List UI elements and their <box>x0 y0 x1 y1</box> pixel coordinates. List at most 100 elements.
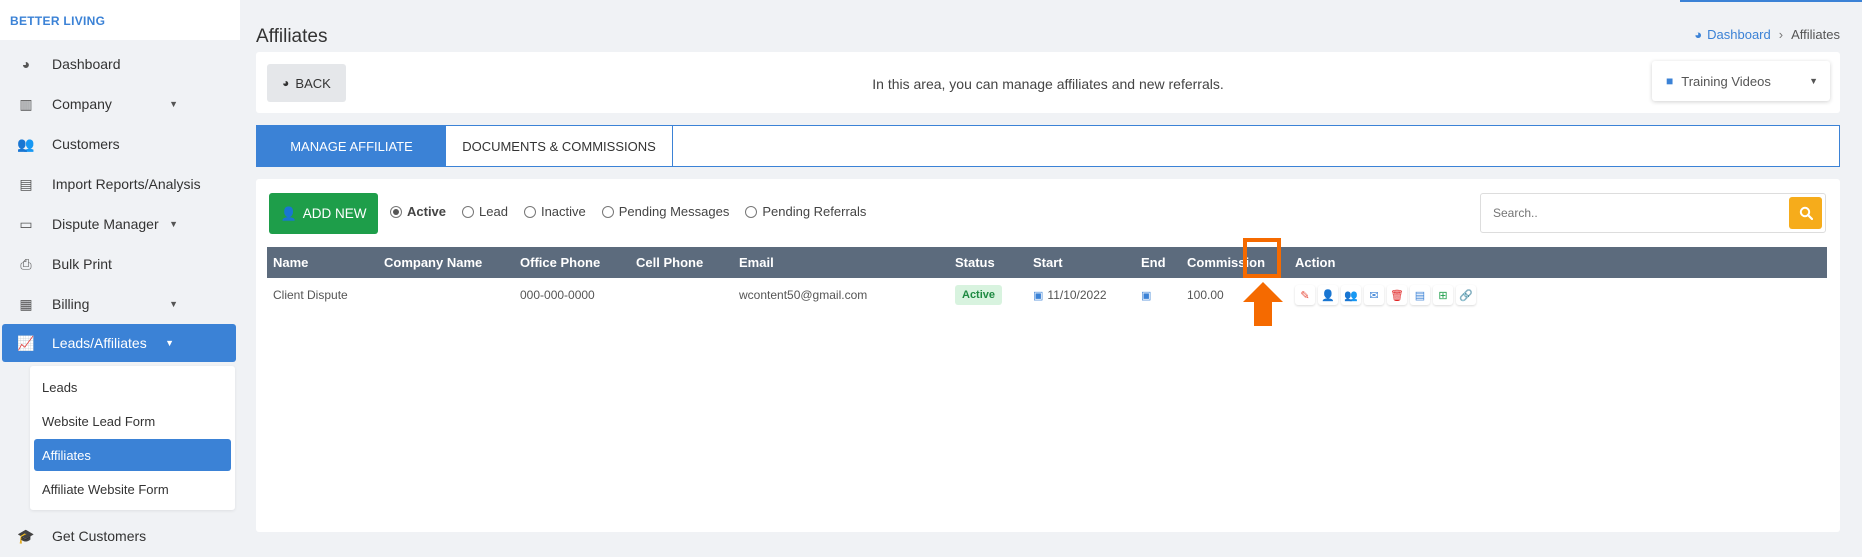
radio-dot <box>390 205 402 218</box>
submenu-item-website-lead-form[interactable]: Website Lead Form <box>34 404 231 438</box>
search-button[interactable] <box>1789 197 1822 229</box>
sidebar-item-get-customers[interactable]: 🎓 Get Customers <box>0 516 240 556</box>
cell-end: ▣ <box>1141 278 1155 312</box>
cell-office-phone: 000-000-0000 <box>520 288 595 302</box>
sidebar-item-billing[interactable]: ▦ Billing ▼ <box>0 284 240 324</box>
toolbar-message: In this area, you can manage affiliates … <box>872 76 1224 92</box>
back-button[interactable]: ◕ BACK <box>267 64 346 102</box>
caret-down-icon: ▼ <box>1809 76 1818 86</box>
start-date: 11/10/2022 <box>1047 288 1107 302</box>
status-badge: Active <box>955 285 1003 305</box>
breadcrumb-current: Affiliates <box>1791 27 1840 42</box>
search-icon <box>1799 206 1813 220</box>
column-header-cell-phone: Cell Phone <box>636 255 704 270</box>
add-new-button[interactable]: 👤 ADD NEW <box>269 193 378 234</box>
chart-line-icon: 📈 <box>17 334 35 351</box>
training-videos-label: Training Videos <box>1681 73 1771 89</box>
column-header-action: Action <box>1295 255 1336 270</box>
radio-dot <box>601 205 614 218</box>
sidebar-nav: ◕ Dashboard ▥ Company ▼ 👥 Customers ▤ Im… <box>0 44 240 556</box>
cell-actions: ✎ 👤 👥 ✉ 🗑 ▤ ⊞ 🔗 <box>1295 278 1479 312</box>
tab-manage-affiliate[interactable]: MANAGE AFFILIATE <box>257 126 446 166</box>
column-header-office-phone: Office Phone <box>520 255 601 270</box>
plus-square-icon[interactable]: ⊞ <box>1433 285 1453 305</box>
affiliates-table: Name Company Name Office Phone Cell Phon… <box>267 247 1827 312</box>
filter-active-radio[interactable]: Active <box>390 204 446 219</box>
sidebar-item-label: Billing <box>52 296 90 312</box>
sidebar-item-dispute-manager[interactable]: ▭ Dispute Manager ▼ <box>0 204 240 244</box>
calendar-icon[interactable]: ▣ <box>1141 289 1151 302</box>
affiliates-panel: 👤 ADD NEW Active Lead Inactive Pending M… <box>256 179 1840 532</box>
pie-chart-icon: ◕ <box>282 76 290 90</box>
filter-pending-messages-radio[interactable]: Pending Messages <box>601 204 729 219</box>
breadcrumb: ◕ Dashboard › Affiliates <box>1694 27 1840 42</box>
tab-documents-commissions[interactable]: DOCUMENTS & COMMISSIONS <box>446 126 673 166</box>
filter-lead-radio[interactable]: Lead <box>462 204 508 219</box>
breadcrumb-dashboard-link[interactable]: Dashboard <box>1707 27 1771 42</box>
video-camera-icon: ■ <box>1666 74 1674 88</box>
sidebar-item-import-reports[interactable]: ▤ Import Reports/Analysis <box>0 164 240 204</box>
envelope-icon[interactable]: ✉ <box>1364 285 1384 305</box>
laptop-icon: ▭ <box>19 215 33 232</box>
sidebar-item-label: Dispute Manager <box>52 216 159 232</box>
radio-dot <box>523 205 536 218</box>
pie-chart-icon: ◕ <box>1694 27 1703 42</box>
sidebar-item-bulk-print[interactable]: ⎙ Bulk Print <box>0 244 240 284</box>
submenu-item-leads[interactable]: Leads <box>34 370 231 404</box>
brand-logo: BETTER LIVING <box>0 0 240 40</box>
top-accent-bar <box>1680 0 1862 2</box>
tabs: MANAGE AFFILIATE DOCUMENTS & COMMISSIONS <box>256 125 1840 167</box>
radio-dot <box>462 205 475 218</box>
sidebar-item-dashboard[interactable]: ◕ Dashboard <box>0 44 240 84</box>
column-header-company: Company Name <box>384 255 483 270</box>
column-header-start: Start <box>1033 255 1063 270</box>
column-header-name: Name <box>273 255 309 270</box>
toolbar: In this area, you can manage affiliates … <box>256 52 1840 113</box>
link-icon[interactable]: 🔗 <box>1456 285 1476 305</box>
filter-label: Lead <box>479 204 508 219</box>
training-videos-dropdown[interactable]: ■ Training Videos ▼ <box>1652 61 1830 101</box>
cell-commission: 100.00 <box>1187 288 1224 302</box>
filter-pending-referrals-radio[interactable]: Pending Referrals <box>745 204 866 219</box>
cell-start: ▣ 11/10/2022 <box>1033 278 1107 312</box>
users-icon[interactable]: 👥 <box>1341 285 1361 305</box>
user-plus-icon[interactable]: 👤 <box>1318 285 1338 305</box>
caret-down-icon: ▼ <box>169 299 178 309</box>
filter-label: Active <box>407 204 447 219</box>
sidebar-item-company[interactable]: ▥ Company ▼ <box>0 84 240 124</box>
sidebar-item-label: Get Customers <box>52 528 147 544</box>
edit-action-highlight-box <box>1243 238 1281 278</box>
sidebar: BETTER LIVING ◕ Dashboard ▥ Company ▼ 👥 … <box>0 0 240 557</box>
leads-affiliates-submenu: Leads Website Lead Form Affiliates Affil… <box>30 366 235 510</box>
sidebar-item-leads-affiliates[interactable]: 📈 Leads/Affiliates ▼ <box>2 324 236 362</box>
pie-chart-icon: ◕ <box>21 56 31 72</box>
column-header-email: Email <box>739 255 774 270</box>
caret-down-icon: ▼ <box>165 338 174 348</box>
submenu-item-affiliate-website-form[interactable]: Affiliate Website Form <box>34 472 231 506</box>
cell-name: Client Dispute <box>273 288 348 302</box>
trash-icon[interactable]: 🗑 <box>1387 285 1407 305</box>
submenu-item-affiliates[interactable]: Affiliates <box>34 439 231 471</box>
table-header: Name Company Name Office Phone Cell Phon… <box>267 247 1827 278</box>
user-icon: 👤 <box>280 205 297 221</box>
table-row: Client Dispute 000-000-0000 wcontent50@g… <box>267 278 1827 312</box>
column-header-end: End <box>1141 255 1166 270</box>
filter-inactive-radio[interactable]: Inactive <box>523 204 586 219</box>
sidebar-item-label: Leads/Affiliates <box>52 335 147 351</box>
add-new-label: ADD NEW <box>302 206 367 221</box>
sidebar-item-customers[interactable]: 👥 Customers <box>0 124 240 164</box>
sidebar-item-label: Customers <box>52 136 120 152</box>
caret-down-icon: ▼ <box>169 99 178 109</box>
page-title: Affiliates <box>256 26 328 47</box>
radio-dot <box>745 205 758 218</box>
sidebar-item-label: Dashboard <box>52 56 121 72</box>
receipt-icon: ▦ <box>19 295 33 312</box>
search-input[interactable] <box>1481 194 1781 232</box>
cell-email: wcontent50@gmail.com <box>739 288 868 302</box>
chevron-right-icon: › <box>1778 27 1784 42</box>
edit-icon[interactable]: ✎ <box>1295 285 1315 305</box>
document-icon[interactable]: ▤ <box>1410 285 1430 305</box>
filter-label: Inactive <box>540 204 586 219</box>
sidebar-item-label: Bulk Print <box>52 256 112 272</box>
building-icon: ▥ <box>19 95 33 112</box>
